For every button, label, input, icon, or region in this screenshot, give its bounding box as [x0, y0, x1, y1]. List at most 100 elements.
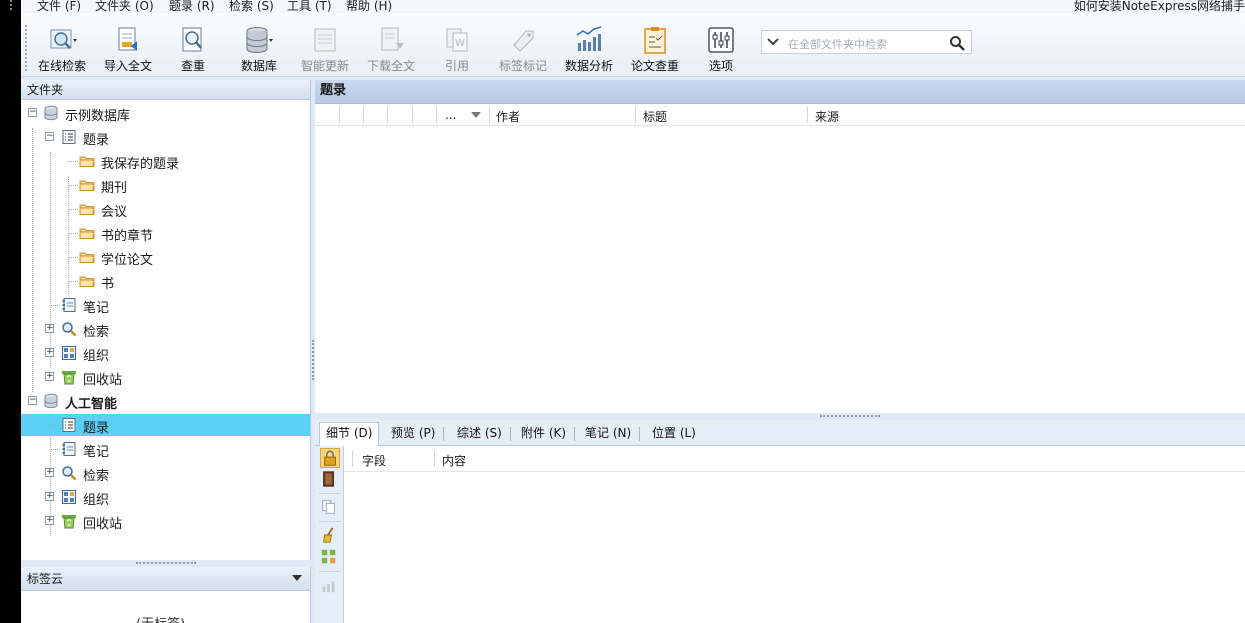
folder-icon [79, 204, 95, 215]
main-toolbar: 在线检索 导入全文 查重 数据库 智能更新 下载全文 W 引用 标签标记 数据分… [21, 13, 1245, 77]
recycle-bin-icon [62, 371, 76, 385]
options-button[interactable]: 选项 [689, 21, 753, 75]
tag-cloud-empty: (无标签) [136, 613, 185, 623]
clean-button[interactable] [320, 526, 340, 546]
folder-icon [79, 252, 95, 263]
tab-details[interactable]: 细节 (D) [319, 422, 380, 446]
tab-summary[interactable]: 综述 (S) [451, 423, 511, 446]
column-title[interactable]: 标题 [643, 108, 667, 125]
toolbar-grip[interactable] [25, 25, 27, 71]
paper-check-button[interactable]: 论文查重 [623, 21, 687, 75]
smart-update-button[interactable]: 智能更新 [293, 21, 357, 75]
door-button[interactable] [320, 470, 340, 490]
tree-item-book-chapter[interactable]: 书的章节 [21, 222, 310, 244]
grid-icon [321, 549, 336, 564]
folder-icon [79, 228, 95, 239]
folder-panel-header: 文件夹 [21, 80, 310, 100]
folder-panel: 文件夹 − 示例数据库 − 题录 我保存的题录 期刊 会议 书的章节 学位论文 … [21, 80, 311, 560]
menu-file[interactable]: 文件 (F) [37, 0, 81, 13]
search-input-placeholder[interactable]: 在全部文件夹中检索 [788, 36, 887, 52]
options-icon [708, 27, 734, 53]
detail-side-toolbar [315, 446, 344, 623]
online-search-icon [50, 29, 77, 49]
tree-item-notes[interactable]: 笔记 [21, 294, 310, 316]
chevron-down-icon[interactable] [766, 36, 780, 48]
records-icon [62, 130, 76, 144]
download-fulltext-button[interactable]: 下载全文 [359, 21, 423, 75]
tag-mark-button[interactable]: 标签标记 [491, 21, 555, 75]
tree-item-conference[interactable]: 会议 [21, 198, 310, 220]
tree-item-ai-recycle-bin[interactable]: + 回收站 [21, 510, 310, 532]
tree-item-journals[interactable]: 期刊 [21, 174, 310, 196]
records-detail-splitter[interactable] [315, 413, 1245, 420]
records-panel-header: 题录 [315, 80, 1245, 104]
chart-icon [322, 581, 335, 593]
menu-bar: 文件 (F) 文件夹 (O) 题录 (R) 检索 (S) 工具 (T) 帮助 (… [21, 0, 1245, 13]
tree-item-label: 期刊 [101, 181, 128, 196]
tree-item-ai-search[interactable]: + 检索 [21, 462, 310, 484]
database-icon [44, 393, 58, 409]
left-window-edge [0, 0, 21, 623]
menu-help[interactable]: 帮助 (H) [346, 0, 392, 13]
tag-cloud-header: 标签云 [21, 567, 310, 591]
menu-tools[interactable]: 工具 (T) [287, 0, 332, 13]
search-icon[interactable] [949, 35, 965, 51]
tree-item-ai-organize[interactable]: + 组织 [21, 486, 310, 508]
database-icon [246, 27, 273, 53]
records-panel: 题录 ... 作者 标题 来源 [315, 80, 1245, 413]
tree-item-book[interactable]: 书 [21, 270, 310, 292]
tree-item-records[interactable]: − 题录 [21, 126, 310, 148]
find-duplicates-button[interactable]: 查重 [161, 21, 225, 75]
cite-button[interactable]: W 引用 [425, 21, 489, 75]
global-search-box[interactable]: 在全部文件夹中检索 [761, 30, 972, 54]
data-analysis-icon [576, 26, 602, 51]
layout-button[interactable] [320, 548, 340, 568]
sort-arrow-icon[interactable] [471, 112, 481, 118]
column-source[interactable]: 来源 [815, 108, 839, 125]
tree-item-sample-database[interactable]: − 示例数据库 [21, 102, 310, 124]
tag-cloud-panel: 标签云 (无标签) [21, 567, 311, 623]
copy-button[interactable] [320, 498, 340, 518]
tab-preview[interactable]: 预览 (P) [385, 423, 445, 446]
tree-item-search[interactable]: + 检索 [21, 318, 310, 340]
database-button[interactable]: 数据库 [227, 21, 291, 75]
search-icon [62, 322, 77, 337]
menu-records[interactable]: 题录 (R) [169, 0, 215, 13]
detail-column-header: 字段 内容 [344, 446, 1245, 472]
tab-attachments[interactable]: 附件 (K) [515, 423, 576, 446]
tree-item-ai-records[interactable]: 题录 [21, 414, 310, 436]
tree-item-label: 回收站 [83, 517, 123, 532]
tree-item-label: 笔记 [83, 445, 110, 460]
tree-item-ai-notes[interactable]: 笔记 [21, 438, 310, 460]
tree-item-organize[interactable]: + 组织 [21, 342, 310, 364]
tag-icon [513, 30, 534, 52]
column-field[interactable]: 字段 [362, 452, 386, 469]
column-content[interactable]: 内容 [442, 452, 466, 469]
menu-search[interactable]: 检索 (S) [229, 0, 274, 13]
notes-icon [62, 298, 76, 312]
tree-item-label: 组织 [83, 493, 110, 508]
tree-item-label: 题录 [83, 421, 110, 436]
tab-notes[interactable]: 笔记 (N) [579, 423, 641, 446]
folder-icon [79, 180, 95, 191]
left-panel-splitter[interactable] [21, 560, 311, 567]
column-more[interactable]: ... [445, 108, 456, 122]
smart-update-icon [314, 28, 336, 52]
tree-item-ai-database[interactable]: − 人工智能 [21, 390, 310, 412]
tree-item-label: 会议 [101, 205, 128, 220]
menu-folder[interactable]: 文件夹 (O) [95, 0, 154, 13]
import-fulltext-button[interactable]: 导入全文 [96, 21, 160, 75]
detail-panel: 字段 内容 [315, 446, 1245, 623]
chevron-down-icon[interactable] [292, 575, 302, 581]
tree-item-thesis[interactable]: 学位论文 [21, 246, 310, 268]
column-author[interactable]: 作者 [496, 108, 520, 125]
data-analysis-button[interactable]: 数据分析 [557, 21, 621, 75]
tab-location[interactable]: 位置 (L) [646, 423, 702, 446]
online-search-button[interactable]: 在线检索 [30, 21, 94, 75]
lock-button[interactable] [320, 448, 340, 468]
chart-button[interactable] [320, 576, 340, 596]
find-duplicates-icon [182, 27, 202, 52]
window-title: 如何安装NoteExpress网络捕手 [1073, 0, 1245, 13]
tree-item-my-saved-records[interactable]: 我保存的题录 [21, 150, 310, 172]
tree-item-recycle-bin[interactable]: + 回收站 [21, 366, 310, 388]
